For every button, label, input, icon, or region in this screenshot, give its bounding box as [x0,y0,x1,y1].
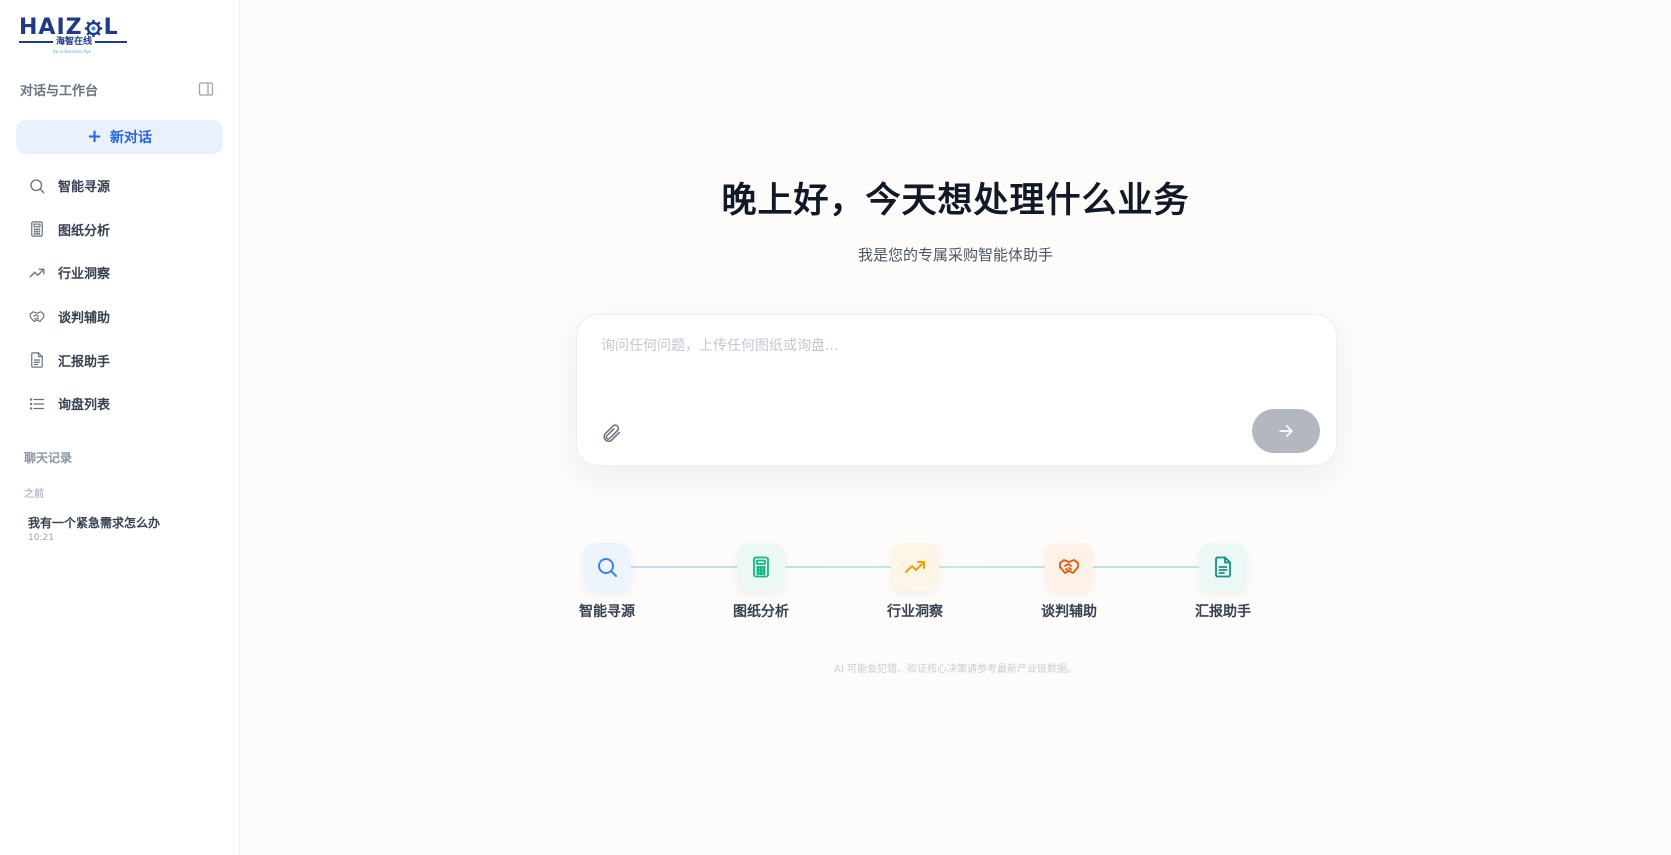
step-label: 智能寻源 [579,604,635,620]
sidebar-item-report-assistant[interactable]: 汇报助手 [16,338,223,382]
paperclip-icon [603,424,621,443]
search-icon [598,558,617,577]
step-label: 汇报助手 [1195,604,1251,620]
history-item-title: 我有一个紧急需求怎么办 [28,516,161,530]
main-content: 晚上好，今天想处理什么业务 我是您的专属采购智能体助手 询问任何问题，上传任何图… [240,0,1671,855]
sidebar: HAIZ L 海智在线 Be in Business Age 对话与工作台 + … [0,0,240,855]
step-smart-sourcing[interactable]: 智能寻源 [557,543,657,621]
plus-icon: + [86,126,103,147]
calculator-icon [31,221,43,238]
sidebar-item-smart-sourcing[interactable]: 智能寻源 [16,164,223,208]
file-text-icon [31,352,43,368]
step-icon-box [1199,543,1247,591]
new-chat-label: 新对话 [110,130,153,146]
history-group-label: 之前 [24,489,44,500]
attach-button[interactable] [599,421,623,445]
greeting-title: 晚上好，今天想处理什么业务 [721,181,1190,221]
history-section-title: 聊天记录 [24,451,73,465]
sidebar-section-title: 对话与工作台 [20,83,99,99]
sidebar-item-label: 智能寻源 [58,180,111,196]
step-icon-box [891,543,939,591]
sidebar-nav: 智能寻源 图纸分析 行业洞察 谈判辅助 汇报助手 询盘列表 [16,164,223,426]
step-report-assistant[interactable]: 汇报助手 [1173,543,1273,621]
step-icon-box [1045,543,1093,591]
calculator-icon [753,556,769,578]
sidebar-item-label: 行业洞察 [58,267,111,283]
sidebar-item-industry-insight[interactable]: 行业洞察 [16,251,223,295]
step-industry-insight[interactable]: 行业洞察 [865,543,965,621]
search-icon [30,179,45,194]
handshake-icon [1059,559,1079,574]
sidebar-item-negotiation[interactable]: 谈判辅助 [16,295,223,339]
step-icon-box [737,543,785,591]
file-text-icon [1215,556,1231,578]
gear-icon [84,19,102,37]
trending-up-icon [905,561,925,573]
logo-text-right: L [103,15,119,40]
sidebar-section-header: 对话与工作台 [20,80,214,99]
sidebar-item-label: 汇报助手 [58,354,111,370]
new-chat-button[interactable]: + 新对话 [16,120,223,154]
app-root: HAIZ L 海智在线 Be in Business Age 对话与工作台 + … [0,0,1671,855]
logo-subtitle: 海智在线 [53,37,96,48]
step-drawing-analysis[interactable]: 图纸分析 [711,543,811,621]
list-icon [29,398,45,410]
history-item[interactable]: 我有一个紧急需求怎么办 10:21 [24,514,214,544]
history-item-time: 10:21 [28,533,54,543]
step-icon-box [583,543,631,591]
chat-input[interactable] [601,335,1311,395]
handshake-icon [29,310,45,322]
ai-disclaimer: AI 可能会犯错。验证核心决策请参考最新产业链数据。 [834,664,1077,675]
sidebar-item-label: 谈判辅助 [58,311,111,327]
trending-up-icon [29,268,45,278]
step-label: 行业洞察 [887,604,943,620]
sidebar-item-label: 询盘列表 [58,398,111,414]
send-button[interactable] [1252,409,1320,453]
greeting-subtitle: 我是您的专属采购智能体助手 [857,246,1053,264]
step-label: 图纸分析 [733,604,789,620]
logo[interactable]: HAIZ L 海智在线 Be in Business Age [19,16,129,54]
logo-tagline: Be in Business Age [53,49,92,54]
sidebar-item-inquiry-list[interactable]: 询盘列表 [16,382,223,426]
sidebar-item-label: 图纸分析 [58,223,111,239]
step-negotiation[interactable]: 谈判辅助 [1019,543,1119,621]
sidebar-item-drawing-analysis[interactable]: 图纸分析 [16,208,223,252]
arrow-right-icon [1279,425,1293,437]
chat-input-card [576,314,1337,466]
sidebar-collapse-icon[interactable] [198,81,214,97]
step-label: 谈判辅助 [1041,604,1097,620]
workflow-steps: 智能寻源 图纸分析 行业洞察 谈判辅助 汇报助手 [579,543,1317,623]
